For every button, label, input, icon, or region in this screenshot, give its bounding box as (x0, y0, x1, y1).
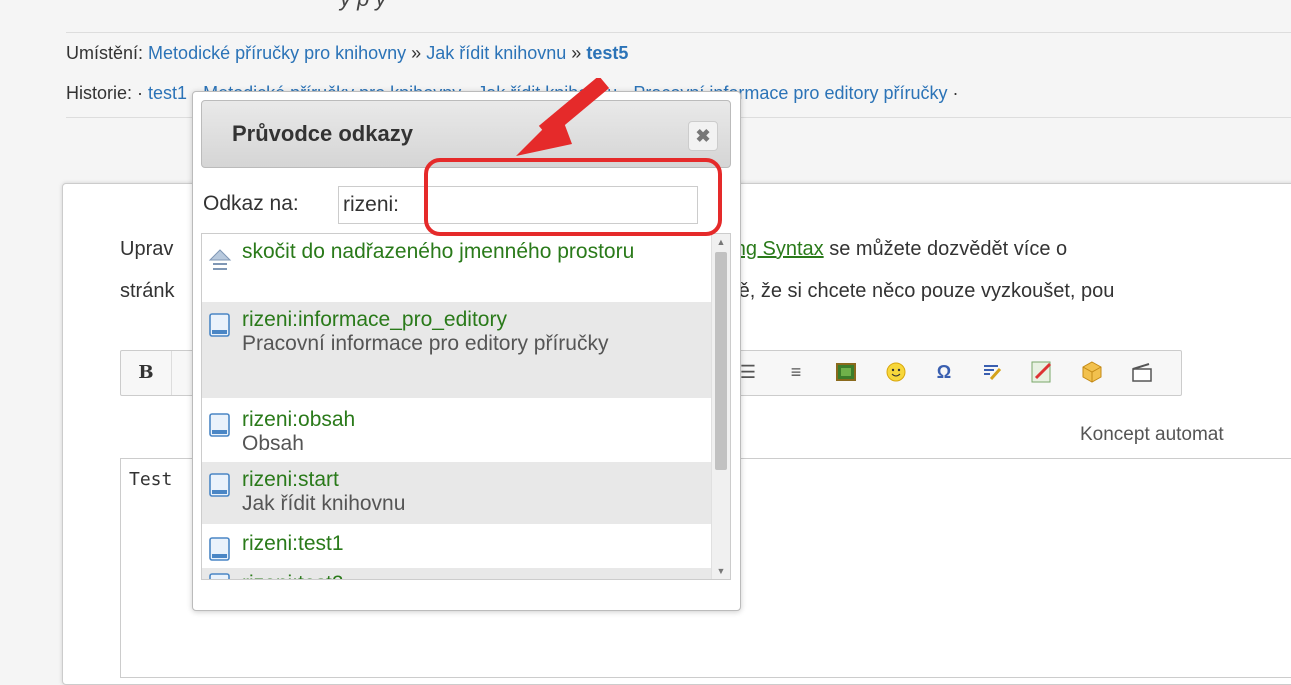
page-icon (208, 572, 232, 579)
breadcrumb-label: Umístění: (66, 43, 144, 63)
breadcrumb-separator: » (411, 43, 422, 63)
media-icon[interactable] (1127, 357, 1157, 387)
edit-icon[interactable] (1027, 357, 1057, 387)
list-item[interactable]: rizeni:test1 (202, 528, 712, 561)
list-item-name: rizeni:test2 (242, 572, 712, 579)
list-item-desc: Obsah (242, 432, 304, 455)
breadcrumb-link-metodicke[interactable]: Metodické příručky pro knihovny (148, 43, 406, 63)
history-label: Historie: (66, 83, 133, 103)
annotation-arrow-icon (516, 78, 610, 156)
list-item[interactable]: rizeni:obsah Obsah (202, 402, 712, 456)
list-item-name: rizeni:obsah (242, 408, 356, 431)
dialog-title: Průvodce odkazy (232, 121, 413, 146)
intro-text-start: stránk (120, 280, 175, 302)
history-bullet: · (137, 83, 144, 103)
link-target-label: Odkaz na: (203, 192, 299, 215)
breadcrumb: Umístění: Metodické příručky pro knihovn… (66, 43, 628, 64)
intro-text-start: Uprav (120, 238, 174, 260)
intro-text-end: dě, že si chcete něco pouze vyzkoušet, p… (727, 280, 1115, 302)
omega-icon[interactable]: Ω (929, 357, 959, 387)
plugin-icon[interactable] (1077, 357, 1107, 387)
scroll-up-icon[interactable]: ▲ (712, 234, 730, 250)
page-icon (208, 536, 232, 568)
history-bullet: · (952, 83, 959, 103)
page-icon (208, 472, 232, 504)
list-item-name: rizeni:informace_pro_editory (242, 308, 507, 331)
smiley-icon[interactable] (881, 357, 911, 387)
history-link-test1[interactable]: test1 (148, 83, 187, 103)
annotation-highlight-box (424, 158, 722, 236)
list-item-desc: Pracovní informace pro editory příručky (242, 332, 609, 355)
link-results-list: skočit do nadřazeného jmenného prostoru … (201, 233, 731, 580)
results-scrollbar[interactable]: ▲ ▼ (711, 234, 730, 579)
toolbar-divider (171, 351, 172, 395)
breadcrumb-current[interactable]: test5 (586, 43, 628, 63)
page-icon (208, 312, 232, 344)
signature-icon[interactable] (977, 357, 1007, 387)
list-item[interactable]: rizeni:start Jak řídit knihovnu (202, 462, 712, 524)
scroll-down-icon[interactable]: ▼ (712, 563, 730, 579)
namespace-up-icon (208, 240, 232, 280)
draft-notice: Koncept automat (1080, 424, 1224, 445)
page-icon (208, 412, 232, 444)
list-item-name: skočit do nadřazeného jmenného prostoru (242, 240, 635, 263)
list-item-name: rizeni:test1 (242, 532, 344, 555)
list-item-desc: Jak řídit knihovnu (242, 492, 406, 515)
breadcrumb-link-jak-ridit[interactable]: Jak řídit knihovnu (426, 43, 566, 63)
scroll-thumb[interactable] (715, 252, 727, 470)
intro-text-end: se můžete dozvědět více o (823, 238, 1068, 260)
close-icon[interactable]: ✖ (688, 121, 718, 151)
image-icon[interactable] (831, 357, 861, 387)
list-item[interactable]: skočit do nadřazeného jmenného prostoru (202, 240, 712, 270)
list-item[interactable]: rizeni:informace_pro_editory Pracovní in… (202, 302, 712, 398)
breadcrumb-separator: » (571, 43, 582, 63)
top-italic-fragment: y p y (340, 0, 386, 12)
bold-button[interactable]: B (131, 357, 161, 387)
list-item[interactable]: rizeni:test2 (202, 568, 712, 579)
list-item-name: rizeni:start (242, 468, 339, 491)
horizontal-rule-icon[interactable]: ≡ (781, 357, 811, 387)
